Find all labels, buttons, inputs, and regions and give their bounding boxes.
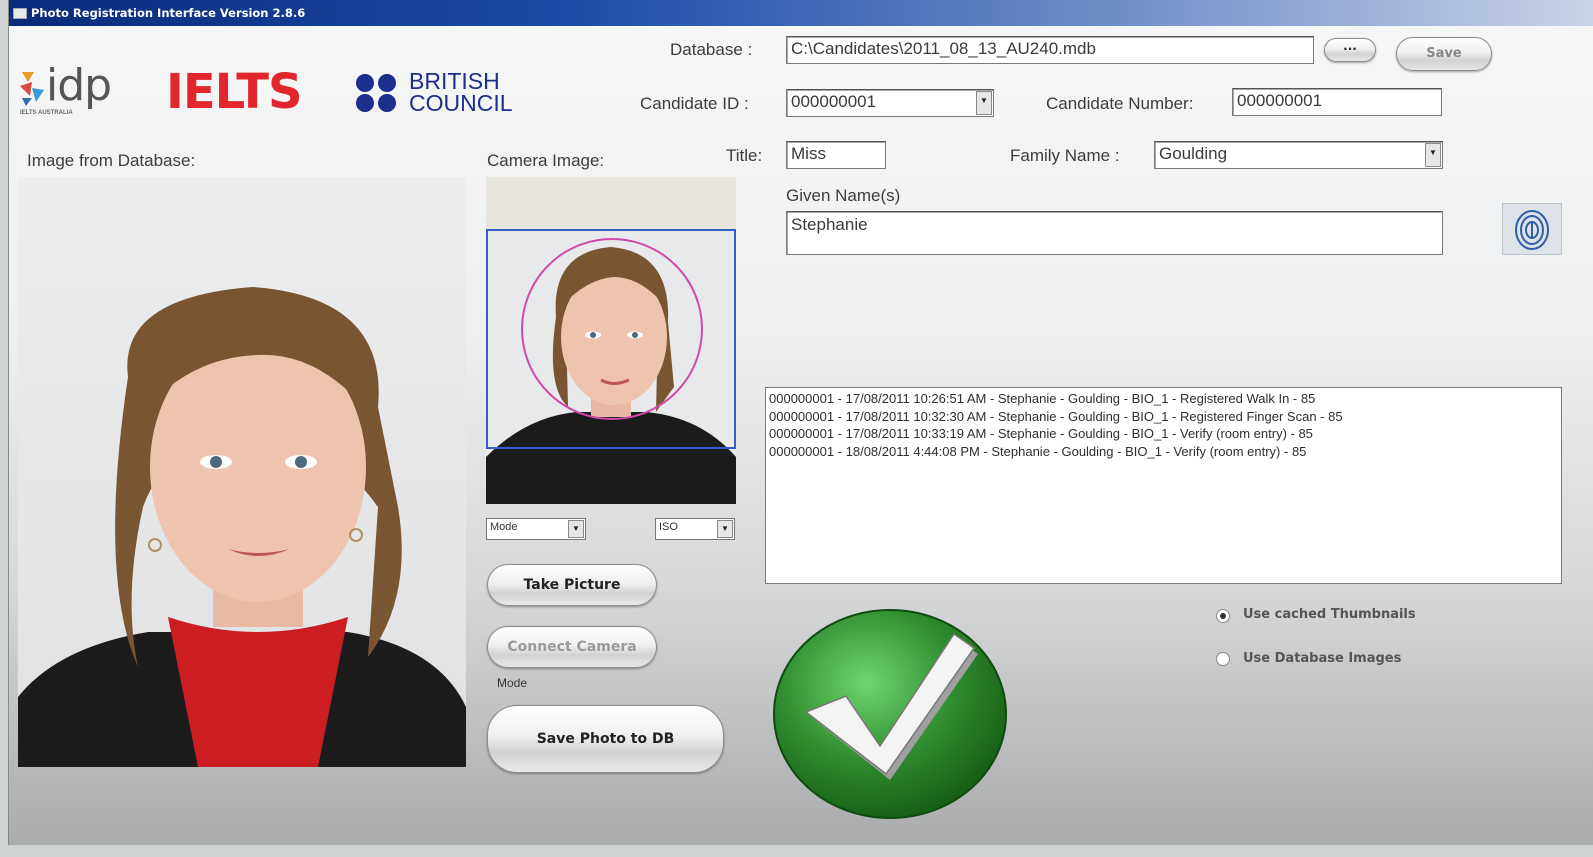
chevron-down-icon[interactable]: ▼ [976,91,992,115]
mode-select[interactable]: Mode ▼ [486,518,586,540]
mode-select-value: Mode [490,521,518,533]
check-icon [772,604,1012,844]
council-text: COUNCIL [409,90,513,116]
british-council-logo: BRITISH COUNCIL [355,68,525,118]
candidate-id-value: 000000001 [791,92,877,111]
title-bar: Photo Registration Interface Version 2.8… [9,0,1593,26]
british-council-dots-icon [356,74,396,112]
idp-mark-icon [20,72,44,106]
connect-camera-button[interactable]: Connect Camera [487,626,657,668]
camera-image-label: Camera Image: [487,151,605,170]
image-db-label: Image from Database: [27,151,196,170]
database-path-field[interactable]: C:\Candidates\2011_08_13_AU240.mdb [786,36,1314,64]
app-icon [13,8,27,19]
database-images-label: Use Database Images [1243,651,1402,666]
family-name-label: Family Name : [1010,146,1120,165]
take-picture-button[interactable]: Take Picture [487,564,657,606]
database-save-button[interactable]: Save [1396,37,1492,71]
list-item[interactable]: 000000001 - 17/08/2011 10:26:51 AM - Ste… [769,390,1558,408]
candidate-id-label: Candidate ID : [640,94,749,113]
save-photo-button[interactable]: Save Photo to DB [487,705,724,773]
idp-subtext: IELTS AUSTRALIA [20,110,73,116]
database-photo [18,177,466,767]
title-label: Title: [726,146,763,165]
ielts-logo: IELTS [166,64,303,120]
iso-select-value: ISO [659,521,678,533]
window-title: Photo Registration Interface Version 2.8… [31,6,306,20]
candidate-id-select[interactable]: 000000001 ▼ [786,89,994,117]
candidate-number-field[interactable]: 000000001 [1232,88,1442,116]
list-item[interactable]: 000000001 - 17/08/2011 10:32:30 AM - Ste… [769,408,1558,426]
fingerprint-icon[interactable] [1502,203,1562,255]
title-field[interactable]: Miss [786,141,886,169]
cached-thumbnails-label: Use cached Thumbnails [1243,607,1416,622]
candidate-number-label: Candidate Number: [1046,94,1194,113]
camera-preview [486,177,736,504]
given-names-field[interactable]: Stephanie [786,211,1443,255]
chevron-down-icon[interactable]: ▼ [1425,143,1441,167]
browse-button[interactable]: ... [1324,38,1376,62]
chevron-down-icon[interactable]: ▼ [717,520,733,538]
iso-select[interactable]: ISO ▼ [655,518,735,540]
family-name-select[interactable]: Goulding ▼ [1154,141,1443,169]
activity-log-list[interactable]: 000000001 - 17/08/2011 10:26:51 AM - Ste… [765,387,1562,584]
british-text: BRITISH [409,68,500,94]
idp-logo: idp IELTS AUSTRALIA [18,60,143,122]
list-item[interactable]: 000000001 - 17/08/2011 10:33:19 AM - Ste… [769,425,1558,443]
chevron-down-icon[interactable]: ▼ [568,520,584,538]
list-item[interactable]: 000000001 - 18/08/2011 4:44:08 PM - Step… [769,443,1558,461]
idp-text: idp [46,60,112,111]
database-label: Database : [670,40,753,59]
cached-thumbnails-radio[interactable] [1216,609,1230,623]
family-name-value: Goulding [1159,144,1228,163]
mode-caption: Mode [497,676,528,690]
given-names-label: Given Name(s) [786,186,901,205]
database-images-radio[interactable] [1216,652,1230,666]
